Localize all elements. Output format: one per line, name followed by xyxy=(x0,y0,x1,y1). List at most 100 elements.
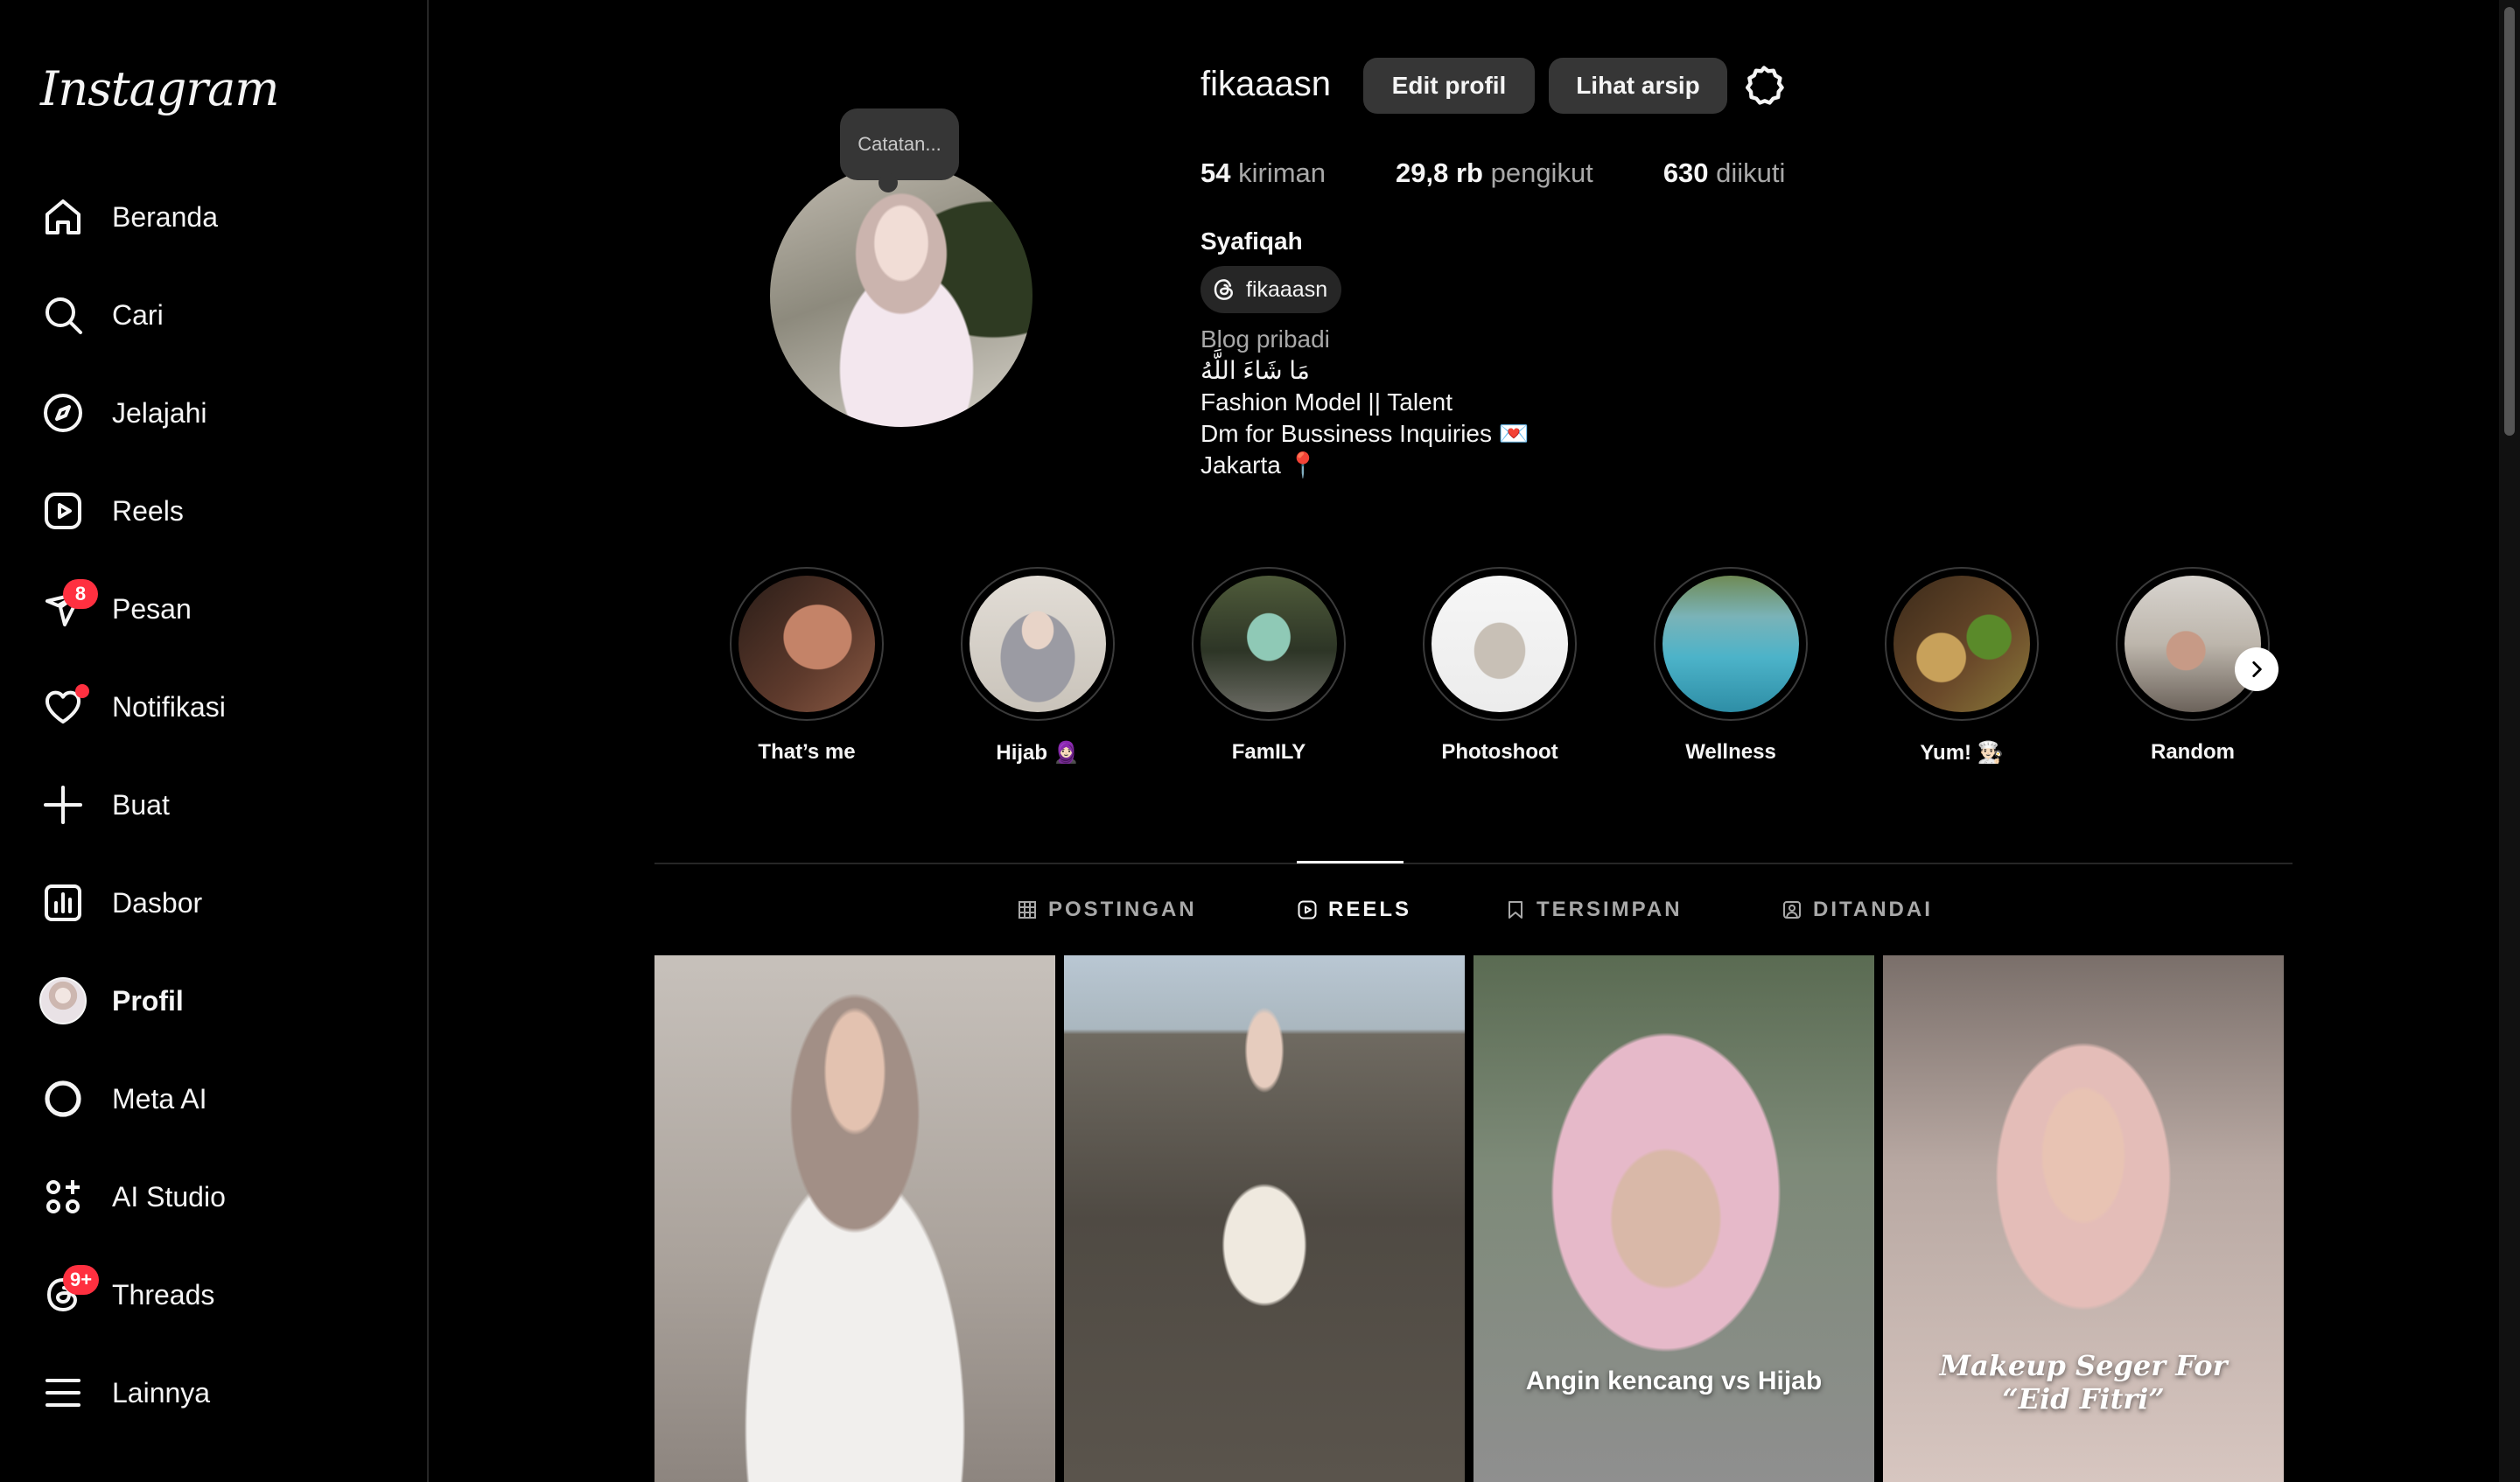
page-scrollbar[interactable] xyxy=(2499,0,2520,1482)
highlight-label: Yum! 👨🏻‍🍳 xyxy=(1920,741,2004,765)
following-count[interactable]: 630 diikuti xyxy=(1663,157,1786,189)
sidebar-item-dasbor[interactable]: Dasbor xyxy=(21,861,406,945)
story-highlight[interactable]: Wellness xyxy=(1643,567,1818,765)
following-label: diikuti xyxy=(1716,157,1786,188)
sidebar-item-reels[interactable]: Reels xyxy=(21,469,406,553)
sidebar-item-meta-ai[interactable]: Meta AI xyxy=(21,1057,406,1141)
highlight-ring xyxy=(961,567,1115,721)
sidebar-item-label: AI Studio xyxy=(112,1180,226,1213)
sidebar-item-label: Meta AI xyxy=(112,1082,207,1115)
sidebar-item-notifikasi[interactable]: Notifikasi xyxy=(21,665,406,749)
sidebar-item-label: Notifikasi xyxy=(112,690,226,723)
sidebar-item-label: Jelajahi xyxy=(112,396,207,429)
tagged-icon xyxy=(1783,901,1801,919)
profile-main: Catatan... fikaaasn Edit profil Lihat ar… xyxy=(430,0,2496,1482)
highlight-cover xyxy=(2124,576,2261,712)
view-archive-button[interactable]: Lihat arsip xyxy=(1549,58,1727,114)
story-highlight[interactable]: Yum! 👨🏻‍🍳 xyxy=(1874,567,2049,765)
sidebar-item-label: Pesan xyxy=(112,592,192,625)
sidebar-item-label: Beranda xyxy=(112,200,218,233)
profile-bio: مَا شَاءَ اللَّهُ Fashion Model || Talen… xyxy=(1200,355,1530,481)
sidebar-item-label: Dasbor xyxy=(112,886,203,919)
tab-tersimpan[interactable]: TERSIMPAN xyxy=(1505,877,1683,943)
followers-label: pengikut xyxy=(1490,157,1593,188)
story-highlight[interactable]: Photoshoot xyxy=(1412,567,1587,765)
story-highlight[interactable]: That’s me xyxy=(719,567,894,765)
threads-icon: 9+ xyxy=(21,1253,105,1337)
search-icon xyxy=(21,273,105,357)
tab-label: REELS xyxy=(1328,898,1412,921)
highlight-label: Hijab 🧕🏻 xyxy=(996,741,1080,765)
profile-stats: 54 kiriman 29,8 rb pengikut 630 diikuti xyxy=(1200,157,1855,189)
sidebar: Instagram Beranda Cari Jelajahi Reels 8 … xyxy=(0,0,429,1482)
highlight-cover xyxy=(1662,576,1799,712)
profile-category: Blog pribadi xyxy=(1200,325,1330,353)
story-highlight[interactable]: Hijab 🧕🏻 xyxy=(950,567,1125,765)
following-value: 630 xyxy=(1662,157,1709,188)
sidebar-item-beranda[interactable]: Beranda xyxy=(21,175,406,259)
bio-line: مَا شَاءَ اللَّهُ xyxy=(1200,357,1310,384)
sidebar-item-buat[interactable]: Buat xyxy=(21,763,406,847)
sidebar-item-pesan[interactable]: 8 Pesan xyxy=(21,567,406,651)
ai-studio-icon xyxy=(21,1155,105,1239)
tab-label: DITANDAI xyxy=(1813,898,1933,921)
sidebar-item-label: Cari xyxy=(112,298,164,331)
highlight-cover xyxy=(1894,576,2030,712)
tab-label: TERSIMPAN xyxy=(1536,898,1683,921)
posts-label: kiriman xyxy=(1238,157,1326,188)
tab-postingan[interactable]: POSTINGAN xyxy=(1017,877,1197,943)
tab-label: POSTINGAN xyxy=(1048,898,1197,921)
highlight-ring xyxy=(1192,567,1346,721)
profile-avatar[interactable] xyxy=(770,164,1032,427)
compass-icon xyxy=(21,371,105,455)
heart-icon xyxy=(21,665,105,749)
instagram-logo[interactable]: Instagram xyxy=(40,61,279,116)
reel-thumbnail[interactable]: Makeup Seger For “Eid Fitri” xyxy=(1883,955,2284,1482)
notification-dot xyxy=(75,684,89,698)
highlight-ring xyxy=(730,567,884,721)
tabs-divider xyxy=(654,863,2292,864)
highlight-cover xyxy=(738,576,875,712)
reel-thumbnail[interactable] xyxy=(654,955,1055,1482)
reel-caption: Angin kencang vs Hijab xyxy=(1525,1367,1823,1395)
highlight-ring xyxy=(1654,567,1808,721)
followers-count[interactable]: 29,8 rb pengikut xyxy=(1396,157,1593,189)
reels-icon xyxy=(21,469,105,553)
edit-profile-button[interactable]: Edit profil xyxy=(1363,58,1535,114)
sidebar-item-label: Threads xyxy=(112,1278,215,1311)
meta-ai-icon xyxy=(21,1057,105,1141)
sidebar-item-label: Buat xyxy=(112,788,170,821)
bio-line: Jakarta 📍 xyxy=(1200,451,1319,479)
story-highlight[interactable]: FamILY xyxy=(1181,567,1356,765)
threads-icon xyxy=(1214,279,1234,300)
dashboard-icon xyxy=(21,861,105,945)
bio-line: Dm for Bussiness Inquiries 💌 xyxy=(1200,420,1530,447)
sidebar-item-lainnya[interactable]: Lainnya xyxy=(21,1351,406,1435)
followers-value: 29,8 rb xyxy=(1396,157,1483,188)
posts-count: 54 kiriman xyxy=(1200,157,1326,189)
highlight-label: Wellness xyxy=(1685,740,1776,764)
tab-reels[interactable]: REELS xyxy=(1297,877,1411,943)
chevron-right-icon xyxy=(2252,661,2262,677)
tab-ditandai[interactable]: DITANDAI xyxy=(1782,877,1933,943)
plus-icon xyxy=(21,763,105,847)
sidebar-item-jelajahi[interactable]: Jelajahi xyxy=(21,371,406,455)
threads-handle: fikaaasn xyxy=(1246,276,1328,302)
message-count-badge: 8 xyxy=(63,579,98,609)
reel-thumbnail[interactable] xyxy=(1064,955,1465,1482)
settings-icon[interactable] xyxy=(1741,63,1787,108)
sidebar-item-cari[interactable]: Cari xyxy=(21,273,406,357)
highlight-label: Random xyxy=(2151,740,2235,764)
sidebar-item-profil[interactable]: Profil xyxy=(21,959,406,1043)
profile-username: fikaaasn xyxy=(1200,65,1331,103)
bookmark-icon xyxy=(1508,901,1522,919)
note-bubble[interactable]: Catatan... xyxy=(840,108,959,192)
threads-count-badge: 9+ xyxy=(63,1265,100,1295)
threads-badge-link[interactable]: fikaaasn xyxy=(1200,266,1342,313)
sidebar-item-ai-studio[interactable]: AI Studio xyxy=(21,1155,406,1239)
scrollbar-thumb[interactable] xyxy=(2504,7,2515,436)
sidebar-item-threads[interactable]: 9+ Threads xyxy=(21,1253,406,1337)
menu-icon xyxy=(21,1351,105,1435)
reel-thumbnail[interactable]: Angin kencang vs Hijab xyxy=(1474,955,1874,1482)
highlights-next-button[interactable] xyxy=(2235,647,2278,691)
